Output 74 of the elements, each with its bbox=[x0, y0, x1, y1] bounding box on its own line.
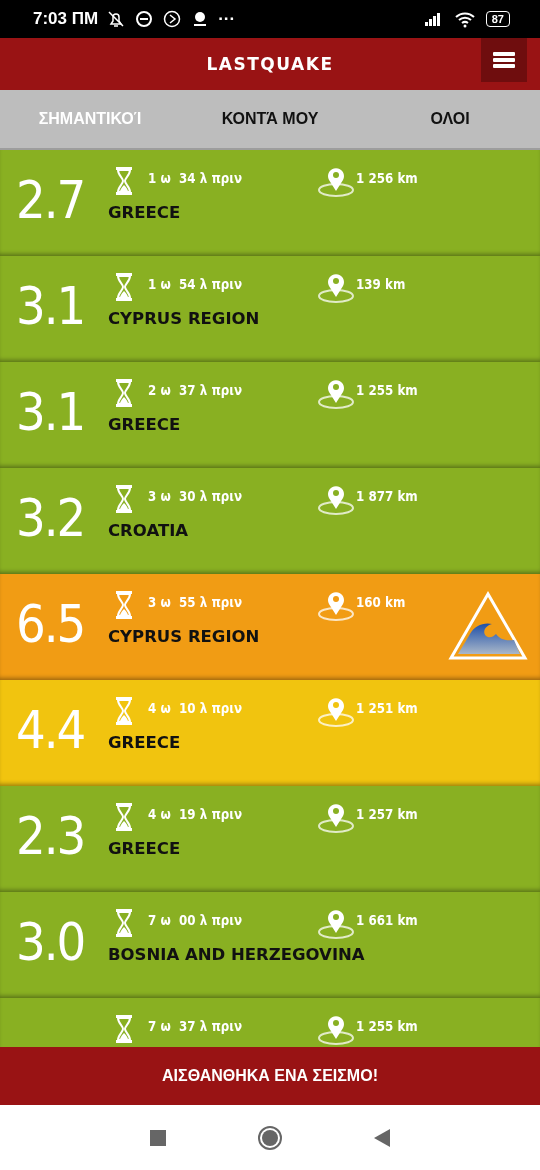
time-ago: 3 ω 30 λ πριν bbox=[148, 488, 244, 504]
play-circle-icon bbox=[162, 9, 183, 29]
home-icon[interactable] bbox=[257, 1124, 283, 1151]
distance: 1 255 km bbox=[356, 382, 419, 398]
region-name: GREECE bbox=[108, 838, 182, 858]
magnitude: 3.1 bbox=[16, 275, 85, 338]
time-ago: 1 ω 54 λ πριν bbox=[148, 276, 244, 292]
tab[interactable]: ΚΟΝΤΆ ΜΟΥ bbox=[180, 90, 360, 148]
hourglass-icon bbox=[114, 484, 134, 514]
distance: 1 255 km bbox=[356, 1018, 419, 1034]
app-title: LASTQUAKE bbox=[206, 54, 334, 74]
magnitude: 3.2 bbox=[16, 487, 85, 550]
magnitude: 2.7 bbox=[16, 169, 85, 232]
distance: 1 661 km bbox=[356, 912, 419, 928]
wifi-icon bbox=[453, 10, 476, 28]
earthquake-row[interactable]: 3.0 7 ω 00 λ πριν 1 661 km BOSNIA AND HERZEGOVINA bbox=[0, 892, 540, 998]
magnitude: 4.4 bbox=[16, 699, 85, 762]
location-pin-icon bbox=[317, 272, 355, 303]
location-pin-icon bbox=[317, 378, 355, 409]
time-ago: 1 ω 34 λ πριν bbox=[148, 170, 244, 186]
hourglass-icon bbox=[114, 802, 134, 832]
earthquake-row[interactable]: 3.2 3 ω 30 λ πριν 1 877 km CROATIA bbox=[0, 468, 540, 574]
tab[interactable]: ΟΛΟΙ bbox=[360, 90, 540, 148]
earthquake-row[interactable]: 2.3 4 ω 19 λ πριν 1 257 km GREECE bbox=[0, 786, 540, 892]
distance: 1 251 km bbox=[356, 700, 419, 716]
recent-apps-icon[interactable] bbox=[149, 1128, 167, 1147]
battery-level: 87 bbox=[485, 11, 510, 27]
hourglass-icon bbox=[114, 696, 134, 726]
menu-button[interactable] bbox=[481, 38, 527, 82]
time-ago: 7 ω 37 λ πριν bbox=[148, 1018, 244, 1034]
hourglass-icon bbox=[114, 908, 134, 938]
location-pin-icon bbox=[317, 166, 355, 197]
hourglass-icon bbox=[114, 378, 134, 408]
location-pin-icon bbox=[317, 696, 355, 727]
more-notifications: ··· bbox=[218, 9, 236, 29]
magnitude: 3.0 bbox=[16, 911, 85, 974]
back-icon[interactable] bbox=[373, 1127, 391, 1148]
magnitude: 6.5 bbox=[16, 593, 85, 656]
hourglass-icon bbox=[114, 272, 134, 302]
felt-earthquake-button[interactable]: ΑΙΣΘΑΝΘΗΚΑ ΕΝΑ ΣΕΙΣΜΟ! bbox=[0, 1047, 540, 1105]
earthquake-row[interactable]: 2.7 1 ω 34 λ πριν 1 256 km GREECE bbox=[0, 150, 540, 256]
time-ago: 7 ω 00 λ πριν bbox=[148, 912, 244, 928]
hourglass-icon bbox=[114, 1014, 134, 1044]
earthquake-row[interactable]: 6.5 3 ω 55 λ πριν 160 km CYPRUS REGION bbox=[0, 574, 540, 680]
region-name: BOSNIA AND HERZEGOVINA bbox=[108, 944, 366, 964]
region-name: GREECE bbox=[108, 732, 182, 752]
location-pin-icon bbox=[317, 484, 355, 515]
hourglass-icon bbox=[114, 166, 134, 196]
time-ago: 4 ω 19 λ πριν bbox=[148, 806, 244, 822]
region-name: GREECE bbox=[108, 202, 182, 222]
region-name: CYPRUS REGION bbox=[108, 308, 261, 328]
earthquake-row[interactable]: 3.1 1 ω 54 λ πριν 139 km CYPRUS REGION bbox=[0, 256, 540, 362]
location-pin-icon bbox=[317, 1014, 355, 1045]
distance: 1 257 km bbox=[356, 806, 419, 822]
distance: 139 km bbox=[356, 276, 407, 292]
region-name: CROATIA bbox=[108, 520, 190, 540]
distance: 160 km bbox=[356, 594, 407, 610]
earthquake-row[interactable]: 3.1 2 ω 37 λ πριν 1 255 km GREECE bbox=[0, 362, 540, 468]
distance: 1 877 km bbox=[356, 488, 419, 504]
earthquake-row[interactable]: 4.4 4 ω 10 λ πριν 1 251 km GREECE bbox=[0, 680, 540, 786]
distance: 1 256 km bbox=[356, 170, 419, 186]
menu-icon bbox=[493, 51, 515, 69]
location-pin-icon bbox=[317, 590, 355, 621]
magnitude: 2.3 bbox=[16, 805, 85, 868]
clock: 7:03 ΠΜ bbox=[33, 9, 99, 29]
time-ago: 2 ω 37 λ πριν bbox=[148, 382, 244, 398]
time-ago: 4 ω 10 λ πριν bbox=[148, 700, 244, 716]
region-name: GREECE bbox=[108, 414, 182, 434]
region-name: CYPRUS REGION bbox=[108, 626, 261, 646]
location-pin-icon bbox=[317, 908, 355, 939]
magnitude: 3.1 bbox=[16, 381, 85, 444]
time-ago: 3 ω 55 λ πριν bbox=[148, 594, 244, 610]
location-pin-icon bbox=[317, 802, 355, 833]
hourglass-icon bbox=[114, 590, 134, 620]
